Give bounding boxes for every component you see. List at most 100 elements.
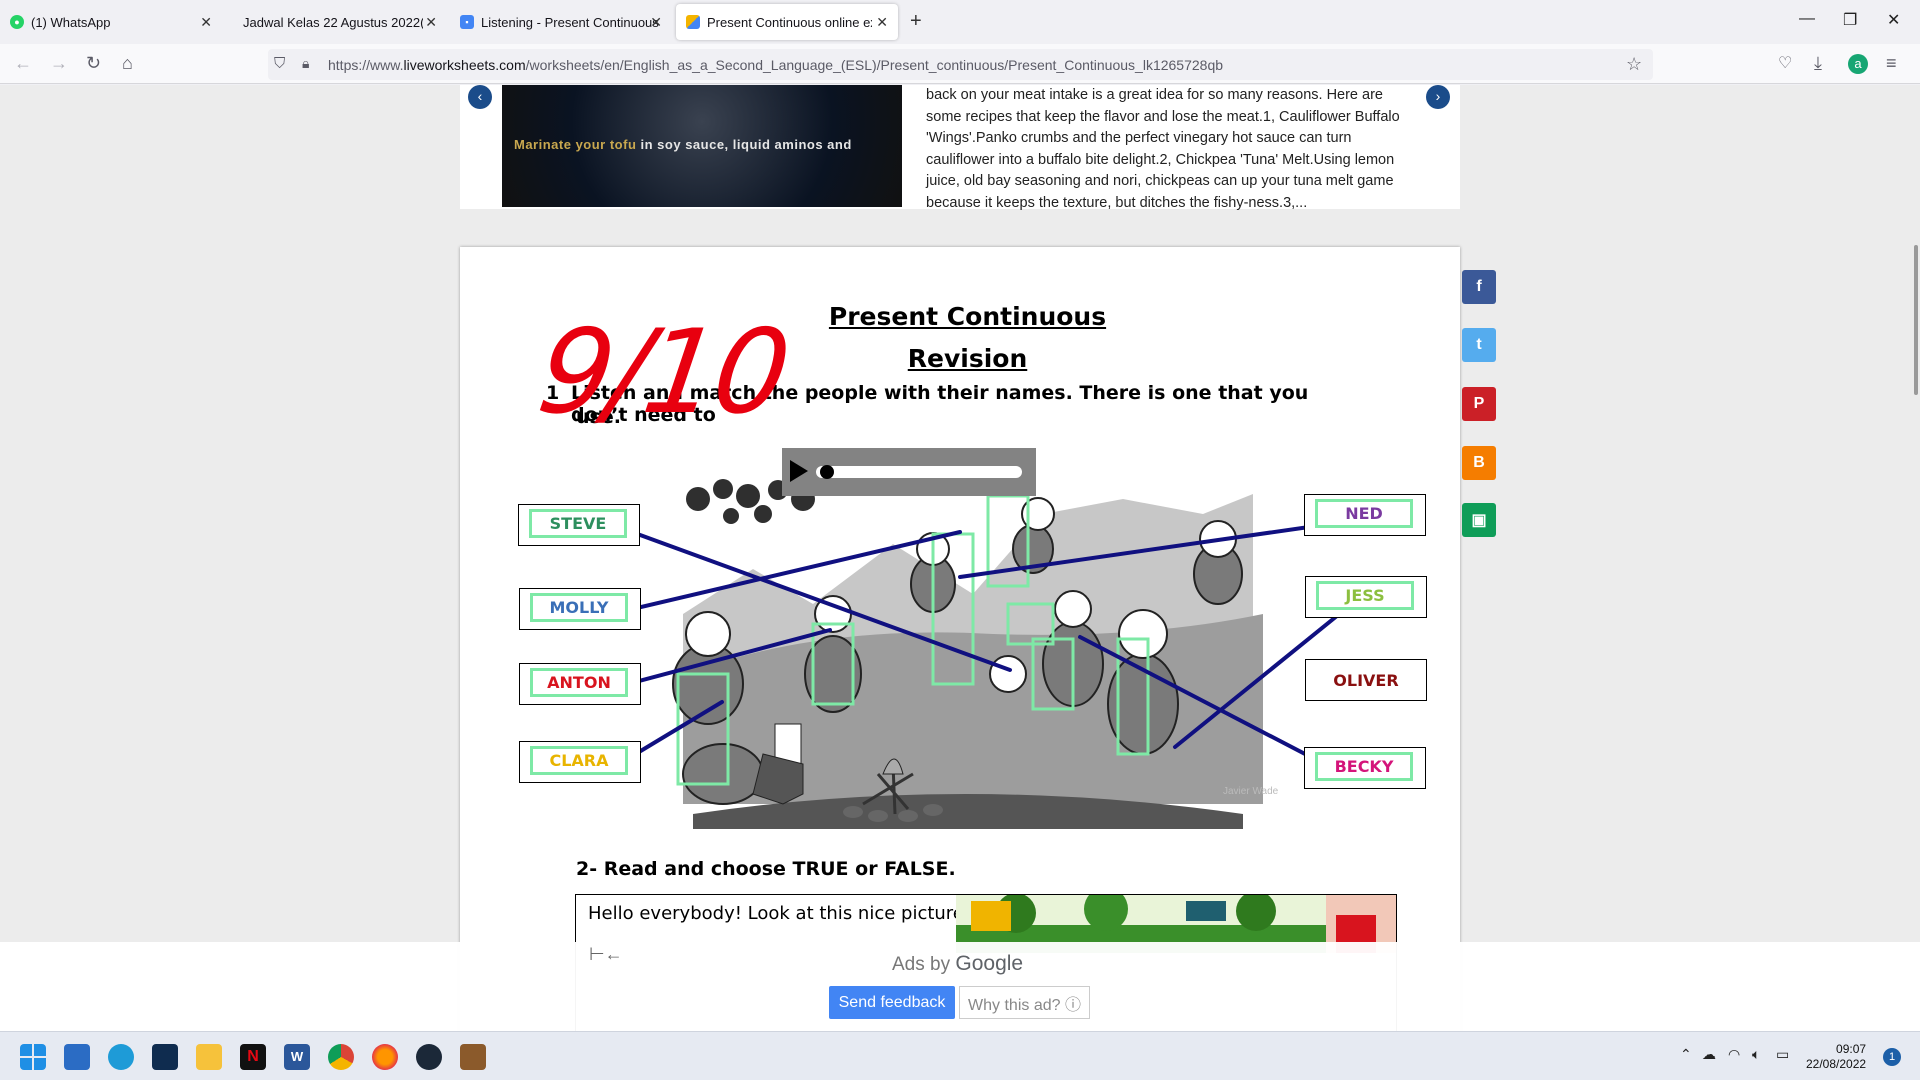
store-icon[interactable] <box>64 1044 90 1070</box>
chrome-icon[interactable] <box>328 1044 354 1070</box>
name-label: BECKY <box>1315 752 1413 781</box>
tray-chevron-icon[interactable]: ⌃ <box>1680 1046 1692 1063</box>
lock-icon[interactable]: 🔒︎ <box>302 55 309 72</box>
tab-pdf[interactable]: Jadwal Kelas 22 Agustus 2022(1).pdf ✕ <box>225 4 447 40</box>
classroom-icon: ▣ <box>1471 512 1487 529</box>
facebook-share-button[interactable]: f <box>1462 270 1496 304</box>
bookmark-star-icon[interactable]: ☆ <box>1626 54 1642 75</box>
name-label: CLARA <box>530 746 628 775</box>
name-box-anton[interactable]: ANTON <box>519 663 641 705</box>
tab-whatsapp[interactable]: ● (1) WhatsApp ✕ <box>0 4 222 40</box>
volume-icon[interactable]: 🔈︎ <box>1752 1046 1760 1063</box>
ad-prev-button[interactable]: ‹ <box>468 85 492 109</box>
windows-taskbar: N W ⌃ ☁ ◠ 🔈︎ ▭ 09:07 22/08/2022 1 <box>0 1031 1920 1080</box>
twitter-icon: t <box>1476 336 1482 353</box>
audio-player[interactable] <box>782 448 1036 496</box>
downloads-icon[interactable]: ⤓ <box>1814 53 1822 74</box>
tab-present-continuous[interactable]: Present Continuous online exer ✕ <box>676 4 898 40</box>
bottom-ad-overlay: ⊢← Ads by Google Send feedback Why this … <box>0 942 1920 1031</box>
name-label: MOLLY <box>530 593 628 622</box>
back-arrow-icon[interactable]: ← <box>14 53 32 74</box>
close-tab-icon[interactable]: ✕ <box>200 14 212 31</box>
campfire-scene-image: Javier Wade <box>663 474 1283 834</box>
name-label: NED <box>1315 499 1413 528</box>
minimize-button[interactable]: — <box>1799 10 1815 28</box>
url-text: https://www.liveworksheets.com/worksheet… <box>328 56 1224 73</box>
name-box-jess[interactable]: JESS <box>1305 576 1427 618</box>
question-2-instruction: 2- Read and choose TRUE or FALSE. <box>576 858 956 880</box>
blogger-share-button[interactable]: B <box>1462 446 1496 480</box>
ad-back-icon[interactable]: ⊢← <box>589 944 623 965</box>
name-label: ANTON <box>530 668 628 697</box>
scrollbar[interactable] <box>1914 245 1918 395</box>
word-icon[interactable]: W <box>284 1044 310 1070</box>
audio-progress-track[interactable] <box>816 466 1022 478</box>
classroom-share-button[interactable]: ▣ <box>1462 503 1496 537</box>
whatsapp-icon: ● <box>10 15 24 29</box>
forward-arrow-icon[interactable]: → <box>50 53 68 74</box>
close-tab-icon[interactable]: ✕ <box>876 14 888 31</box>
tab-label: (1) WhatsApp <box>31 14 111 30</box>
ads-by-google-label: Ads by Google <box>892 952 1024 975</box>
tab-label: Present Continuous online exer <box>707 14 872 30</box>
play-icon[interactable] <box>790 460 808 482</box>
ad-next-button[interactable]: › <box>1426 85 1450 109</box>
worksheet: Present Continuous Revision 1 Listen and… <box>460 247 1460 1031</box>
onedrive-icon[interactable]: ☁ <box>1702 1046 1716 1063</box>
blogger-icon: B <box>1473 454 1485 471</box>
shield-icon[interactable]: ⛉ <box>274 55 285 72</box>
name-box-becky[interactable]: BECKY <box>1304 747 1426 789</box>
battery-icon[interactable]: ▭ <box>1776 1046 1789 1063</box>
navigation-bar: ← → ↻ ⌂ ⛉ 🔒︎ https://www.liveworksheets.… <box>0 44 1920 84</box>
name-box-oliver[interactable]: OLIVER <box>1305 659 1427 701</box>
page-content: Marinate your tofu in soy sauce, liquid … <box>0 85 1920 1031</box>
name-box-molly[interactable]: MOLLY <box>519 588 641 630</box>
score-annotation: 9/10 <box>530 305 794 440</box>
url-bar[interactable]: ⛉ 🔒︎ https://www.liveworksheets.com/work… <box>268 49 1653 80</box>
app-icon[interactable] <box>152 1044 178 1070</box>
name-box-clara[interactable]: CLARA <box>519 741 641 783</box>
extension-icon[interactable]: a <box>1848 54 1868 74</box>
minecraft-icon[interactable] <box>460 1044 486 1070</box>
restore-button[interactable]: ❐ <box>1843 10 1857 30</box>
reading-text: Hello everybody! Look at this nice pictu… <box>588 903 970 924</box>
close-window-button[interactable]: ✕ <box>1887 10 1900 30</box>
facebook-icon: f <box>1476 278 1482 295</box>
reload-icon[interactable]: ↻ <box>86 53 101 74</box>
edge-icon[interactable] <box>108 1044 134 1070</box>
name-box-ned[interactable]: NED <box>1304 494 1426 536</box>
scene-watermark: Javier Wade <box>1223 786 1279 797</box>
firefox-icon[interactable] <box>372 1044 398 1070</box>
close-tab-icon[interactable]: ✕ <box>650 14 662 31</box>
name-label: OLIVER <box>1333 670 1399 690</box>
file-explorer-icon[interactable] <box>196 1044 222 1070</box>
send-feedback-button[interactable]: Send feedback <box>829 986 955 1019</box>
netflix-icon[interactable]: N <box>240 1044 266 1070</box>
start-icon[interactable] <box>20 1044 46 1070</box>
name-box-steve[interactable]: STEVE <box>518 504 640 546</box>
pocket-icon[interactable]: ♡ <box>1778 53 1792 73</box>
notification-badge[interactable]: 1 <box>1883 1048 1901 1066</box>
tab-listening[interactable]: ▪ Listening - Present Continuous ✕ <box>450 4 672 40</box>
menu-icon[interactable]: ≡ <box>1886 53 1897 74</box>
tab-label: Jadwal Kelas 22 Agustus 2022(1).pdf <box>243 14 423 30</box>
twitter-share-button[interactable]: t <box>1462 328 1496 362</box>
steam-icon[interactable] <box>416 1044 442 1070</box>
name-label: STEVE <box>529 509 627 538</box>
clock[interactable]: 09:07 22/08/2022 <box>1806 1042 1866 1072</box>
close-tab-icon[interactable]: ✕ <box>425 14 437 31</box>
ad-caption: Marinate your tofu in soy sauce, liquid … <box>514 137 852 152</box>
name-label: JESS <box>1316 581 1414 610</box>
home-icon[interactable]: ⌂ <box>122 53 133 74</box>
new-tab-button[interactable]: + <box>910 10 922 33</box>
audio-progress-knob[interactable] <box>820 465 834 479</box>
top-advertisement[interactable]: Marinate your tofu in soy sauce, liquid … <box>460 85 1460 211</box>
pinterest-share-button[interactable]: P <box>1462 387 1496 421</box>
pinterest-icon: P <box>1473 395 1485 412</box>
why-this-ad-button[interactable]: Why this ad? ⓘ <box>959 986 1090 1019</box>
browser-tab-bar: ● (1) WhatsApp ✕ Jadwal Kelas 22 Agustus… <box>0 0 1920 44</box>
doc-icon: ▪ <box>460 15 474 29</box>
ad-image[interactable]: Marinate your tofu in soy sauce, liquid … <box>502 85 902 207</box>
liveworksheets-icon <box>686 15 700 29</box>
wifi-icon[interactable]: ◠ <box>1728 1046 1740 1063</box>
